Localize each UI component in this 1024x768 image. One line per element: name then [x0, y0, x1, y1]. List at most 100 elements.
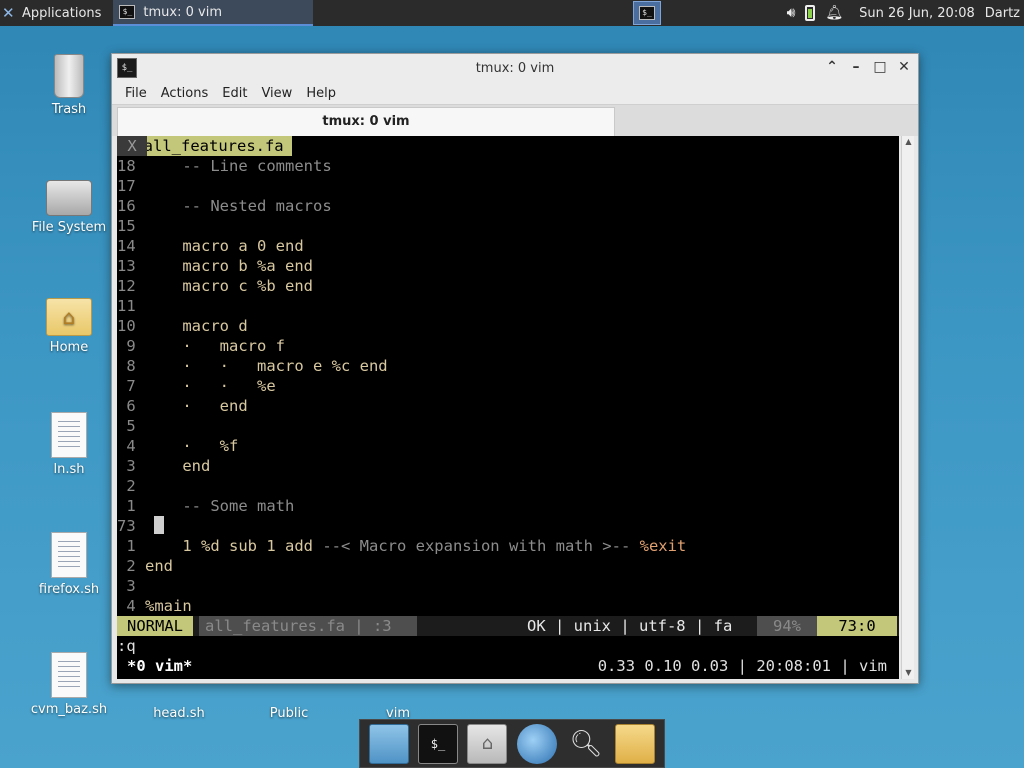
vim-line[interactable]: 2 end	[117, 556, 173, 576]
script-file-icon	[51, 532, 87, 578]
vim-line[interactable]: 15	[117, 216, 145, 236]
scroll-up-icon[interactable]: ▲	[902, 136, 915, 148]
vim-line[interactable]: 1 -- Some math	[117, 496, 294, 516]
volume-icon[interactable]: 🔊︎	[787, 5, 796, 21]
vim-line[interactable]: 4 · %f	[117, 436, 238, 456]
menu-file[interactable]: File	[118, 86, 154, 101]
hard-drive-icon	[46, 180, 92, 216]
desktop-icon-ln-sh[interactable]: ln.sh	[19, 412, 119, 477]
vim-line-number: 17	[117, 177, 136, 195]
desktop-icon-public[interactable]: Public	[239, 706, 339, 721]
dock-terminal-icon[interactable]: $_	[417, 723, 458, 764]
vim-line-text: macro d	[145, 317, 248, 335]
desktop-icon-home[interactable]: ⌂ Home	[19, 298, 119, 355]
vim-status-position: 73:0	[817, 616, 897, 636]
vim-line-text: macro b %a end	[145, 257, 313, 275]
terminal-screen[interactable]: 1 all_features.fa X 18 -- Line comments 1…	[117, 136, 899, 679]
shade-up-icon[interactable]: ⌃	[824, 58, 840, 76]
vim-line-text: · · %e	[145, 377, 276, 395]
vim-status-info: OK | unix | utf-8 | fa	[527, 617, 733, 635]
workspace-switcher[interactable]: $_	[633, 1, 661, 25]
window-controls: ⌃ – □ ✕	[824, 58, 912, 76]
xfce-logo-icon: ✕	[2, 4, 15, 22]
menu-view[interactable]: View	[254, 86, 299, 101]
maximize-icon[interactable]: □	[872, 58, 888, 76]
taskbar-window-button[interactable]: $_ tmux: 0 vim	[113, 0, 314, 26]
vim-line[interactable]: 17	[117, 176, 145, 196]
vim-line[interactable]: 11	[117, 296, 145, 316]
vim-line[interactable]: 8 · · macro e %c end	[117, 356, 388, 376]
dock-file-manager-icon[interactable]: ⌂	[467, 723, 508, 764]
desktop-icon-label: ln.sh	[53, 462, 85, 477]
vim-line[interactable]: 4 %main	[117, 596, 192, 616]
vim-line-number: 12	[117, 277, 136, 295]
vim-line[interactable]: 13 macro b %a end	[117, 256, 313, 276]
menu-actions[interactable]: Actions	[154, 86, 216, 101]
terminal-window: $_ tmux: 0 vim ⌃ – □ ✕ File Actions Edit…	[111, 53, 919, 684]
desktop-icon-firefox-sh[interactable]: firefox.sh	[19, 532, 119, 597]
vim-line-text: -- Some math	[145, 497, 295, 515]
menu-edit[interactable]: Edit	[215, 86, 254, 101]
desktop-icon-label: head.sh	[153, 706, 205, 721]
close-icon[interactable]: ✕	[896, 58, 912, 76]
minimize-icon[interactable]: –	[848, 58, 864, 76]
vim-line-number: 1	[117, 537, 136, 555]
clock[interactable]: Sun 26 Jun, 20:08	[859, 6, 975, 21]
applications-menu[interactable]: ✕ Applications	[0, 0, 107, 26]
show-desktop-icon[interactable]	[368, 723, 409, 764]
vim-line-text: · · macro e %c end	[145, 357, 388, 375]
vim-line-number: 13	[117, 257, 136, 275]
desktop-icon-head-sh[interactable]: head.sh	[129, 706, 229, 721]
notification-bell-icon[interactable]: 🔔︎	[825, 5, 843, 21]
tab-bar: tmux: 0 vim	[112, 104, 918, 137]
vim-line-number: 18	[117, 157, 136, 175]
user-menu[interactable]: Dartz	[985, 6, 1020, 21]
vim-line-number: 7	[117, 377, 136, 395]
terminal-scrollbar[interactable]: ▲ ▼	[901, 136, 914, 679]
desktop-icon-label: Home	[49, 340, 89, 355]
vim-line[interactable]: 18 -- Line comments	[117, 156, 332, 176]
vim-line[interactable]: 7 · · %e	[117, 376, 276, 396]
vim-line[interactable]: 12 macro c %b end	[117, 276, 313, 296]
vim-line-text: macro c %b end	[145, 277, 313, 295]
vim-line-number: 3	[117, 577, 136, 595]
dock-web-browser-icon[interactable]	[516, 723, 557, 764]
terminal-icon: $_	[119, 5, 136, 19]
vim-line-text: %main	[145, 597, 192, 615]
vim-line[interactable]: 10 macro d	[117, 316, 248, 336]
desktop-icon-cvm-baz-sh[interactable]: cvm_baz.sh	[19, 652, 119, 717]
window-titlebar[interactable]: $_ tmux: 0 vim ⌃ – □ ✕	[112, 54, 918, 82]
system-tray: 🔊︎ 🔔︎ Sun 26 Jun, 20:08 Dartz	[787, 0, 1024, 26]
window-title: tmux: 0 vim	[475, 60, 555, 76]
vim-line-number: 2	[117, 557, 136, 575]
desktop-icon-label: Public	[269, 706, 309, 721]
vim-line-number: 3	[117, 457, 136, 475]
battery-icon[interactable]	[805, 5, 816, 21]
scroll-down-icon[interactable]: ▼	[902, 667, 915, 679]
vim-line[interactable]: 16 -- Nested macros	[117, 196, 332, 216]
menu-help[interactable]: Help	[299, 86, 343, 101]
vim-buffer-close[interactable]: X	[117, 136, 147, 156]
dock-search-icon[interactable]: 🔍︎	[566, 724, 606, 764]
taskbar-window-title: tmux: 0 vim	[143, 4, 222, 20]
vim-line-number: 14	[117, 237, 136, 255]
desktop-icon-file-system[interactable]: File System	[19, 180, 119, 235]
dock-folder-icon[interactable]	[615, 723, 656, 764]
vim-line-number: 6	[117, 397, 136, 415]
vim-line[interactable]: 6 · end	[117, 396, 247, 416]
vim-line[interactable]: 14 macro a 0 end	[117, 236, 304, 256]
desktop-icon-trash[interactable]: Trash	[19, 54, 119, 117]
vim-line[interactable]: 9 · macro f	[117, 336, 285, 356]
desktop-icon-label: File System	[31, 220, 107, 235]
vim-line[interactable]: 5	[117, 416, 145, 436]
vim-line[interactable]: 3	[117, 576, 145, 596]
vim-line[interactable]: 3 end	[117, 456, 210, 476]
tmux-window-label[interactable]: *0 vim*	[127, 656, 192, 676]
top-panel: ✕ Applications $_ tmux: 0 vim $_ 🔊︎ 🔔︎ S…	[0, 0, 1024, 26]
tab-tmux-vim[interactable]: tmux: 0 vim	[117, 107, 615, 137]
vim-line[interactable]: 1 1 %d sub 1 add --< Macro expansion wit…	[117, 536, 686, 556]
vim-line[interactable]: 73	[117, 516, 165, 536]
vim-status-file: all_features.fa | :3	[199, 616, 417, 636]
vim-line[interactable]: 2	[117, 476, 145, 496]
vim-command-line[interactable]: :q	[117, 636, 136, 656]
